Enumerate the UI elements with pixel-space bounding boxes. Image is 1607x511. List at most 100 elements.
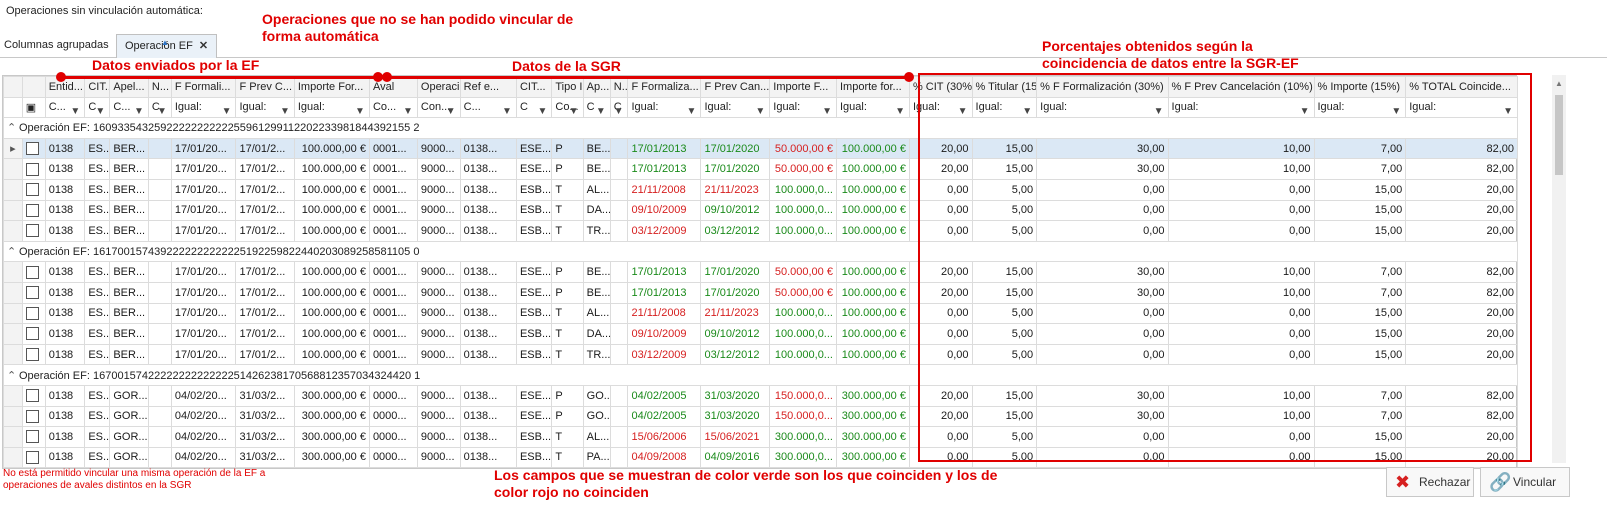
filter-funnel-icon[interactable]: ▼ <box>755 106 765 117</box>
row-checkbox[interactable] <box>25 183 39 197</box>
row-checkbox[interactable] <box>25 348 39 362</box>
column-header[interactable]: Tipo I... <box>551 76 584 98</box>
collapse-chevron-icon[interactable]: ⌃ <box>7 121 19 134</box>
row-checkbox[interactable] <box>25 142 39 156</box>
row-checkbox[interactable] <box>25 203 39 217</box>
row-checkbox-cell[interactable] <box>21 199 46 222</box>
column-filter[interactable]: Co... ▼ <box>551 96 584 119</box>
row-checkbox-cell[interactable] <box>21 220 46 242</box>
column-header[interactable]: Ap... <box>582 76 611 98</box>
reject-button[interactable]: ✖ Rechazar <box>1386 467 1474 497</box>
filter-funnel-icon[interactable]: ▼ <box>280 106 290 117</box>
row-indicator[interactable] <box>3 261 23 283</box>
column-filter[interactable]: Igual: ▼ <box>293 96 370 119</box>
column-filter[interactable]: Igual: ▼ <box>627 96 702 119</box>
filter-funnel-icon[interactable]: ▼ <box>355 106 365 117</box>
column-header[interactable]: Operaci... <box>416 76 461 98</box>
scrollbar-thumb[interactable] <box>1555 95 1563 175</box>
column-filter[interactable]: Igual: ▼ <box>700 96 771 119</box>
scroll-up-icon[interactable]: ▲ <box>1555 79 1563 88</box>
filter-funnel-icon[interactable]: ▼ <box>822 106 832 117</box>
filter-funnel-icon[interactable]: ▼ <box>157 106 167 117</box>
row-checkbox[interactable] <box>25 286 39 300</box>
column-filter[interactable]: C ▼ <box>582 96 611 119</box>
column-header[interactable]: Ref e... <box>459 76 517 98</box>
row-indicator[interactable] <box>3 199 23 222</box>
column-header[interactable]: F Formaliza... <box>627 76 702 98</box>
row-checkbox-cell[interactable] <box>21 302 46 325</box>
row-checkbox-cell[interactable] <box>21 178 46 201</box>
filter-funnel-icon[interactable]: ▼ <box>403 106 413 117</box>
row-indicator[interactable] <box>3 405 23 428</box>
column-header[interactable]: F Prev C... <box>235 76 295 98</box>
row-checkbox[interactable] <box>25 162 39 176</box>
collapse-chevron-icon[interactable]: ⌃ <box>7 245 19 258</box>
column-filter[interactable]: C ▼ <box>147 96 172 119</box>
row-indicator[interactable] <box>3 178 23 201</box>
row-checkbox-cell[interactable] <box>21 158 46 180</box>
column-filter[interactable]: C ▼ <box>515 96 553 119</box>
row-checkbox[interactable] <box>25 430 39 444</box>
collapse-chevron-icon[interactable]: ⌃ <box>7 369 19 382</box>
filter-funnel-icon[interactable]: ▼ <box>446 106 456 117</box>
column-filter[interactable]: C ▼ <box>84 96 111 119</box>
row-indicator[interactable] <box>3 220 23 242</box>
column-filter[interactable]: C... ▼ <box>459 96 517 119</box>
column-header[interactable]: CIT... <box>515 76 553 98</box>
column-header[interactable]: CIT... <box>84 76 111 98</box>
column-filter[interactable]: C ▼ <box>609 96 629 119</box>
filter-funnel-icon[interactable]: ▼ <box>537 106 547 117</box>
column-header[interactable]: F Formali... <box>170 76 237 98</box>
row-indicator[interactable] <box>3 323 23 345</box>
row-indicator[interactable] <box>3 158 23 180</box>
filter-funnel-icon[interactable]: ▼ <box>687 106 697 117</box>
row-checkbox[interactable] <box>25 450 39 464</box>
row-indicator[interactable] <box>3 426 23 448</box>
row-checkbox-cell[interactable] <box>21 343 46 366</box>
row-indicator[interactable] <box>3 446 23 469</box>
filter-funnel-icon[interactable]: ▼ <box>895 106 905 117</box>
row-checkbox-cell[interactable] <box>21 446 46 469</box>
row-checkbox[interactable] <box>25 224 39 238</box>
column-header[interactable]: Apel... <box>109 76 149 98</box>
column-header[interactable]: Importe for... <box>835 76 910 98</box>
filter-funnel-icon[interactable]: ▼ <box>70 106 80 117</box>
row-indicator[interactable] <box>3 384 23 407</box>
column-filter[interactable]: C... ▼ <box>44 96 86 119</box>
filter-funnel-icon[interactable]: ▼ <box>569 106 579 117</box>
column-header[interactable]: N... <box>147 76 172 98</box>
column-header[interactable]: N... <box>609 76 629 98</box>
column-chooser[interactable]: ▣ <box>21 96 46 119</box>
row-checkbox[interactable] <box>25 306 39 320</box>
filter-funnel-icon[interactable]: ▼ <box>222 106 232 117</box>
row-indicator[interactable] <box>3 302 23 325</box>
column-header[interactable]: Importe F... <box>769 76 837 98</box>
group-chip-operacion-ef[interactable]: ▲ Operación EF ✕ <box>116 34 218 58</box>
row-checkbox[interactable] <box>25 409 39 423</box>
column-filter[interactable]: Co... ▼ <box>368 96 418 119</box>
row-checkbox-cell[interactable] <box>21 261 46 283</box>
row-checkbox-cell[interactable] <box>21 384 46 407</box>
row-checkbox[interactable] <box>25 327 39 341</box>
filter-funnel-icon[interactable]: ▼ <box>95 106 105 117</box>
column-header[interactable]: Importe For... <box>293 76 370 98</box>
column-header[interactable]: F Prev Can... <box>700 76 771 98</box>
close-icon[interactable]: ✕ <box>199 40 208 52</box>
row-indicator[interactable]: ▸ <box>3 137 23 160</box>
row-checkbox[interactable] <box>25 265 39 279</box>
vertical-scrollbar[interactable]: ▲ <box>1552 75 1566 463</box>
column-chooser-icon[interactable]: ▣ <box>26 102 36 114</box>
column-filter[interactable]: Igual: ▼ <box>835 96 910 119</box>
filter-funnel-icon[interactable]: ▼ <box>134 106 144 117</box>
row-checkbox-cell[interactable] <box>21 137 46 160</box>
link-button[interactable]: 🔗 Vincular <box>1480 467 1570 497</box>
column-filter[interactable]: Igual: ▼ <box>769 96 837 119</box>
column-filter[interactable]: C... ▼ <box>109 96 149 119</box>
filter-funnel-icon[interactable]: ▼ <box>614 106 624 117</box>
row-checkbox[interactable] <box>25 389 39 403</box>
row-checkbox-cell[interactable] <box>21 405 46 428</box>
filter-funnel-icon[interactable]: ▼ <box>502 106 512 117</box>
column-filter[interactable]: Con... ▼ <box>416 96 461 119</box>
filter-funnel-icon[interactable]: ▼ <box>596 106 606 117</box>
row-checkbox-cell[interactable] <box>21 281 46 304</box>
